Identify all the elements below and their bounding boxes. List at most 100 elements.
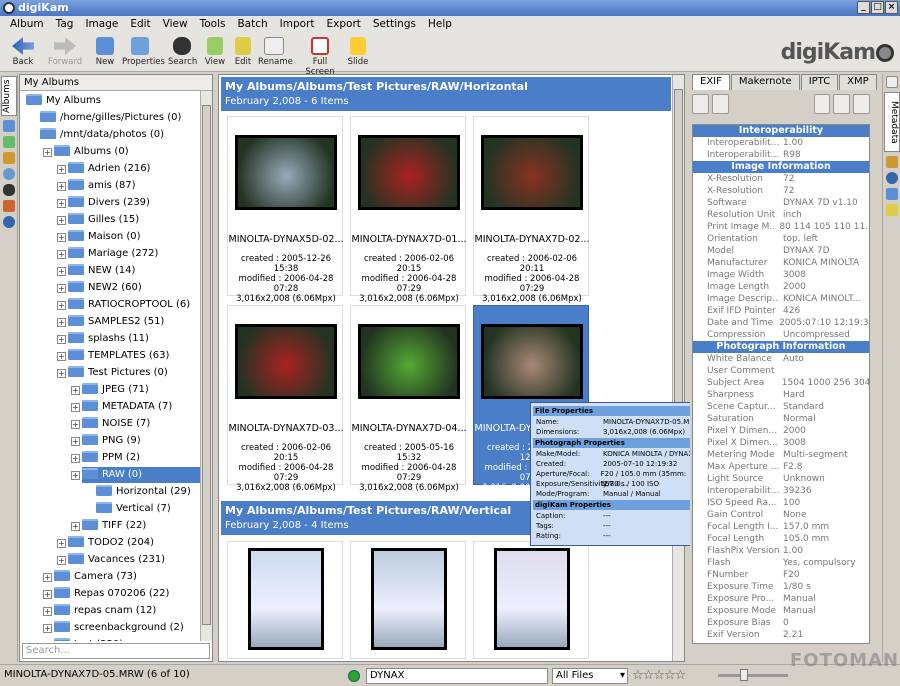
exif-row[interactable]: X-Resolution 72: [693, 185, 869, 197]
search-button[interactable]: Search: [168, 37, 197, 67]
exif-row[interactable]: Exif Version 2.21: [693, 629, 869, 641]
expand-toggle[interactable]: +: [57, 233, 66, 242]
expand-toggle[interactable]: +: [57, 267, 66, 276]
expand-toggle[interactable]: +: [57, 539, 66, 548]
exif-row[interactable]: ISO Speed Ra... 100: [693, 497, 869, 509]
exif-row[interactable]: Focal Length I... 157.0 mm: [693, 521, 869, 533]
maximize-button[interactable]: □: [871, 1, 884, 14]
exif-row[interactable]: Light Source Unknown: [693, 473, 869, 485]
exif-row[interactable]: Focal Length 105.0 mm: [693, 533, 869, 545]
tags-side-icon[interactable]: [886, 188, 898, 200]
exif-row[interactable]: Sharpness Hard: [693, 389, 869, 401]
exif-row[interactable]: Pixel Y Dimen... 2000: [693, 425, 869, 437]
copy-metadata-icon[interactable]: [853, 94, 870, 114]
exif-section-header[interactable]: Photograph Information: [693, 341, 869, 353]
exif-row[interactable]: FNumber F20: [693, 569, 869, 581]
expand-toggle[interactable]: +: [71, 454, 80, 463]
tree-node[interactable]: Divers (239): [68, 195, 150, 211]
tree-node[interactable]: Repas 070206 (22): [54, 586, 169, 602]
tree-node[interactable]: RAW (0): [82, 467, 201, 483]
slideshow-button[interactable]: Slide: [346, 37, 370, 67]
exif-row[interactable]: Interoperabilit... 39236: [693, 485, 869, 497]
tree-node[interactable]: screenbackground (2): [54, 620, 184, 636]
exif-row[interactable]: Max Aperture ... F2.8: [693, 461, 869, 473]
tree-node[interactable]: My Albums: [26, 93, 101, 109]
exif-row[interactable]: FlashPix Version 1.00: [693, 545, 869, 557]
forward-button[interactable]: Forward: [48, 37, 82, 67]
map-globe-icon[interactable]: [3, 216, 15, 228]
image-thumbnail-item[interactable]: [473, 541, 589, 659]
pencil-icon[interactable]: [886, 76, 898, 88]
exif-row[interactable]: Flash Yes, compulsory: [693, 557, 869, 569]
image-thumbnail-item[interactable]: MINOLTA-DYNAX7D-03... created : 2006-02-0…: [227, 305, 344, 493]
tree-node[interactable]: JPEG (71): [82, 382, 149, 398]
expand-toggle[interactable]: +: [57, 199, 66, 208]
exif-row[interactable]: Software DYNAX 7D v1.10: [693, 197, 869, 209]
expand-toggle[interactable]: +: [43, 624, 52, 633]
exif-row[interactable]: Metering Mode Multi-segment: [693, 449, 869, 461]
albums-tab[interactable]: Albums: [1, 76, 17, 116]
expand-toggle[interactable]: +: [43, 573, 52, 582]
expand-toggle[interactable]: +: [57, 369, 66, 378]
exif-row[interactable]: Interoperabilit... 1.00: [693, 137, 869, 149]
tree-node[interactable]: Maison (0): [68, 229, 141, 245]
expand-toggle[interactable]: +: [71, 471, 80, 480]
expand-toggle[interactable]: +: [71, 522, 80, 531]
exif-section-header[interactable]: Image Information: [693, 161, 869, 173]
menu-view[interactable]: View: [157, 16, 194, 34]
tree-node[interactable]: Adrien (216): [68, 161, 150, 177]
image-thumbnail-item[interactable]: [227, 541, 343, 659]
metadata-side-tab[interactable]: Metadata: [884, 92, 900, 152]
close-button[interactable]: ×: [885, 1, 898, 14]
exif-row[interactable]: Saturation Normal: [693, 413, 869, 425]
albums-folder-icon[interactable]: [3, 120, 15, 132]
exif-row[interactable]: Interoperabilit... R98: [693, 149, 869, 161]
full-view-icon[interactable]: [711, 94, 729, 114]
exif-row[interactable]: Exposure Mode Manual: [693, 605, 869, 617]
rating-filter[interactable]: ☆☆☆☆☆: [632, 668, 686, 683]
geolocation-icon[interactable]: [886, 172, 898, 184]
tree-node[interactable]: NEW (14): [68, 263, 135, 279]
tree-node[interactable]: Vertical (7): [96, 501, 171, 517]
exif-row[interactable]: Exposure Pro... Manual: [693, 593, 869, 605]
expand-toggle[interactable]: +: [43, 590, 52, 599]
tab-xmp[interactable]: XMP: [839, 74, 877, 90]
expand-toggle[interactable]: +: [57, 182, 66, 191]
expand-toggle[interactable]: +: [71, 437, 80, 446]
view-button[interactable]: View: [204, 37, 226, 67]
simple-view-icon[interactable]: [692, 94, 709, 114]
tree-node[interactable]: test (229): [54, 637, 123, 641]
tree-node[interactable]: /home/gilles/Pictures (0): [40, 110, 181, 126]
save-metadata-icon[interactable]: [813, 94, 831, 114]
zoom-slider-handle[interactable]: [740, 669, 748, 681]
tree-scrollbar[interactable]: [200, 91, 212, 641]
expand-toggle[interactable]: +: [71, 420, 80, 429]
new-album-button[interactable]: New: [94, 37, 116, 67]
menu-tools[interactable]: Tools: [194, 16, 232, 34]
image-thumbnail-item[interactable]: MINOLTA-DYNAX7D-01... created : 2006-02-0…: [350, 116, 467, 304]
minimize-button[interactable]: _: [857, 1, 870, 14]
exif-row[interactable]: Resolution Unit inch: [693, 209, 869, 221]
expand-toggle[interactable]: +: [43, 148, 52, 157]
menu-help[interactable]: Help: [422, 16, 458, 34]
exif-row[interactable]: Date and Time 2005:07:10 12:19:32: [693, 317, 869, 329]
exif-row[interactable]: Image Descrip... KONICA MINOLT...: [693, 293, 869, 305]
exif-section-header[interactable]: Interoperability: [693, 125, 869, 137]
tree-node[interactable]: amis (87): [68, 178, 136, 194]
exif-row[interactable]: Print Image M... 80 114 105 110 11...: [693, 221, 869, 233]
search-binoculars-icon[interactable]: [3, 184, 15, 196]
tree-node[interactable]: METADATA (7): [82, 399, 172, 415]
tree-node[interactable]: Horizontal (29): [96, 484, 191, 500]
tree-node[interactable]: Camera (73): [54, 569, 137, 585]
exif-row[interactable]: Exposure Bias 0: [693, 617, 869, 629]
expand-toggle[interactable]: +: [57, 335, 66, 344]
exif-row[interactable]: User Comment: [693, 365, 869, 377]
expand-toggle[interactable]: +: [57, 250, 66, 259]
exif-row[interactable]: Exposure Time 1/80 s: [693, 581, 869, 593]
image-thumbnail-item[interactable]: [350, 541, 466, 659]
tree-node[interactable]: PPM (2): [82, 450, 140, 466]
tags-icon[interactable]: [3, 152, 15, 164]
tree-node[interactable]: SAMPLES2 (51): [68, 314, 164, 330]
exif-row[interactable]: White Balance Auto: [693, 353, 869, 365]
fuzzy-search-icon[interactable]: [3, 200, 15, 212]
